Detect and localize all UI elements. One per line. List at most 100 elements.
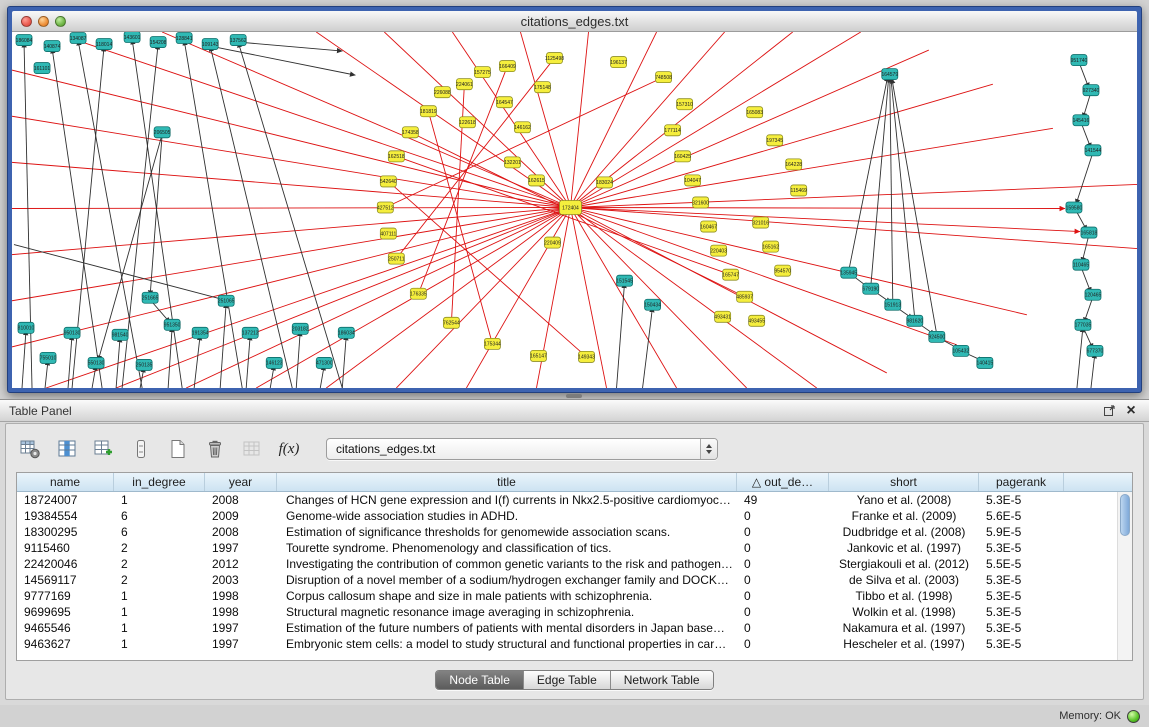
graph-node[interactable]: 677370 (1087, 345, 1104, 356)
graph-node[interactable]: 175344 (484, 338, 501, 349)
graph-node[interactable]: 164228 (785, 159, 802, 170)
scrollbar-thumb[interactable] (1120, 494, 1130, 536)
table-row[interactable]: 2242004622012Investigating the contribut… (17, 556, 1117, 572)
graph-node[interactable]: 950130 (64, 327, 81, 338)
graph-node[interactable]: 146123 (266, 357, 283, 368)
tab-node-table[interactable]: Node Table (436, 671, 524, 689)
graph-node[interactable]: 954570 (774, 265, 791, 276)
graph-node[interactable]: 122618 (459, 117, 476, 128)
delete-column-button[interactable] (201, 435, 229, 463)
graph-node[interactable]: 810010 (18, 322, 35, 333)
table-settings-button[interactable] (16, 435, 44, 463)
graph-node[interactable]: 186034 (338, 327, 355, 338)
close-window-button[interactable] (21, 16, 32, 27)
network-window-titlebar[interactable]: citations_edges.txt (12, 11, 1137, 32)
graph-node[interactable]: 251665 (142, 292, 159, 303)
column-header-pagerank[interactable]: pagerank (979, 473, 1064, 491)
graph-node[interactable]: 762544 (443, 317, 460, 328)
graph-node[interactable]: 220403 (710, 245, 727, 256)
table-row[interactable]: 946554611997Estimation of the future num… (17, 620, 1117, 636)
graph-node[interactable]: 115469 (791, 185, 808, 196)
graph-node[interactable]: 162615 (528, 175, 545, 186)
table-row[interactable]: 1938455462009Genome-wide association stu… (17, 508, 1117, 524)
graph-node[interactable]: 161101 (34, 63, 51, 74)
graph-node[interactable]: 407111 (380, 228, 396, 239)
graph-node[interactable]: 135945 (840, 267, 857, 278)
graph-node[interactable]: 542640 (380, 176, 397, 187)
graph-node[interactable]: 160425 (674, 151, 691, 162)
graph-node[interactable]: 321600 (692, 197, 709, 208)
graph-node[interactable]: 172404 (559, 200, 581, 214)
graph-node[interactable]: 550130 (88, 357, 105, 368)
graph-node[interactable]: 109143 (202, 39, 219, 50)
graph-node[interactable]: 165818 (1081, 227, 1098, 238)
graph-node[interactable]: 176335 (410, 288, 427, 299)
graph-node[interactable]: 755010 (40, 352, 57, 363)
graph-node[interactable]: 140874 (44, 41, 61, 52)
graph-node[interactable]: 160467 (700, 221, 717, 232)
network-canvas[interactable]: 1724041125498166409224061181819174358162… (12, 32, 1137, 388)
graph-node[interactable]: 150434 (644, 299, 661, 310)
import-table-button[interactable] (238, 435, 266, 463)
column-header-title[interactable]: title (277, 473, 737, 491)
graph-node[interactable]: 120465 (1085, 289, 1102, 300)
show-columns-button[interactable] (53, 435, 81, 463)
graph-node[interactable]: 748508 (655, 72, 672, 83)
graph-node[interactable]: 177035 (1075, 319, 1092, 330)
column-header-year[interactable]: year (205, 473, 277, 491)
close-panel-button[interactable]: × (1122, 403, 1140, 419)
graph-node[interactable]: 951740 (1071, 55, 1088, 66)
graph-node[interactable]: 981540 (112, 329, 129, 340)
graph-node[interactable]: 927340 (1083, 85, 1100, 96)
table-row[interactable]: 977716911998Corpus callosum shape and si… (17, 588, 1117, 604)
graph-node[interactable]: 149343 (578, 351, 595, 362)
graph-node[interactable]: 165083 (746, 107, 763, 118)
graph-node[interactable]: 165162 (762, 241, 779, 252)
graph-node[interactable]: 174358 (402, 127, 419, 138)
graph-node[interactable]: 104047 (684, 175, 701, 186)
graph-node[interactable]: 250135 (136, 359, 153, 370)
graph-node[interactable]: 162518 (388, 151, 405, 162)
graph-node[interactable]: 140415 (977, 357, 994, 368)
column-header-out-degree[interactable]: △ out_de… (737, 473, 829, 491)
graph-node[interactable]: 118014 (96, 39, 113, 50)
minimize-window-button[interactable] (38, 16, 49, 27)
zoom-window-button[interactable] (55, 16, 66, 27)
graph-node[interactable]: 157275 (474, 67, 491, 78)
graph-node[interactable]: 181819 (420, 106, 437, 117)
graph-node[interactable]: 164579 (881, 69, 898, 80)
graph-node[interactable]: 157310 (676, 99, 693, 110)
column-header-in-degree[interactable]: in_degree (114, 473, 205, 491)
graph-node[interactable]: 164547 (496, 97, 513, 108)
graph-node[interactable]: 154208 (150, 37, 167, 48)
function-builder-button[interactable]: f(x) (275, 435, 303, 463)
tab-edge-table[interactable]: Edge Table (524, 671, 611, 689)
graph-node[interactable]: 166409 (499, 61, 516, 72)
edit-table-button[interactable] (90, 435, 118, 463)
graph-node[interactable]: 132201 (504, 157, 521, 168)
column-header-name[interactable]: name (17, 473, 114, 491)
table-row[interactable]: 946362711997Embryonic stem cells: a mode… (17, 636, 1117, 652)
graph-node[interactable]: 137213 (242, 327, 259, 338)
graph-node[interactable]: 196137 (610, 57, 627, 68)
table-scrollbar[interactable] (1117, 492, 1132, 660)
graph-node[interactable]: 128841 (176, 33, 193, 44)
graph-node[interactable]: 110465 (1073, 259, 1090, 270)
graph-node[interactable]: 186084 (16, 35, 33, 46)
graph-node[interactable]: 191354 (192, 327, 209, 338)
graph-node[interactable]: 183024 (596, 177, 613, 188)
graph-node[interactable]: 146162 (514, 122, 531, 133)
table-row[interactable]: 1830029562008Estimation of significance … (17, 524, 1117, 540)
graph-node[interactable]: 105432 (953, 345, 970, 356)
graph-node[interactable]: 427512 (377, 202, 394, 213)
graph-node[interactable]: 493455 (748, 315, 765, 326)
graph-node[interactable]: 151545 (616, 275, 633, 286)
create-column-button[interactable] (164, 435, 192, 463)
graph-node[interactable]: 206505 (154, 127, 171, 138)
graph-node[interactable]: 1125498 (545, 53, 564, 64)
graph-node[interactable]: 951350 (164, 319, 181, 330)
split-divider-handle[interactable] (566, 394, 582, 398)
graph-node[interactable]: 203182 (292, 323, 309, 334)
table-selector-combobox[interactable]: citations_edges.txt (326, 438, 718, 460)
graph-node[interactable]: 471300 (316, 357, 333, 368)
